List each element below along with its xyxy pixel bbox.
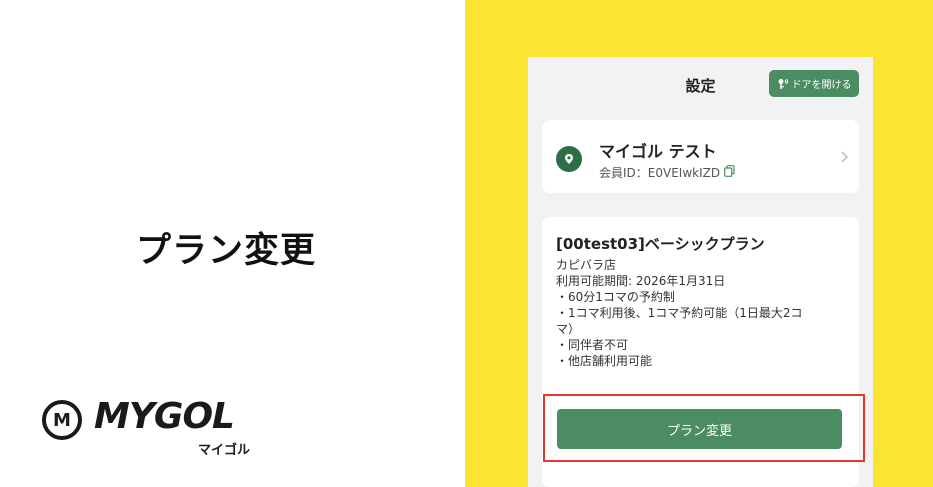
plan-title: [00test03]ベーシックプラン [556, 235, 765, 253]
plan-detail-line: ・1コマ利用後、1コマ予約可能（1日最大2コ [556, 306, 803, 320]
app-header: 設定 ドアを開ける [528, 57, 873, 113]
plan-detail-line: マ） [556, 322, 581, 336]
slide-title: プラン変更 [136, 231, 317, 271]
key-icon [777, 78, 789, 90]
plan-detail-line: ・他店舗利用可能 [556, 354, 653, 368]
plan-detail-line: ・同伴者不可 [556, 338, 629, 352]
plan-detail-line: ・60分1コマの予約制 [556, 290, 675, 304]
copy-icon[interactable] [724, 165, 735, 180]
mygol-logo: M MYGOL マイゴル [42, 394, 262, 464]
plan-detail-line: 利用可能期間: 2026年1月31日 [556, 274, 726, 288]
chevron-right-icon [841, 151, 849, 163]
open-door-label: ドアを開ける [791, 80, 852, 91]
logo-text: MYGOL [94, 396, 235, 437]
logo-mark: M [42, 400, 82, 440]
plan-detail-line: カピバラ店 [556, 258, 617, 272]
profile-card[interactable]: マイゴル テスト 会員ID：E0VEIwkIZD [542, 120, 859, 193]
location-pin-icon [565, 154, 573, 164]
app-screen: 設定 ドアを開ける マイゴル テスト 会員ID：E0VEIwkIZD [00te… [528, 57, 873, 487]
member-id-text: 会員ID：E0VEIwkIZD [599, 166, 721, 180]
avatar [556, 146, 582, 172]
member-id-row: 会員ID：E0VEIwkIZD [599, 164, 735, 181]
plan-change-button[interactable]: プラン変更 [557, 409, 842, 449]
open-door-button[interactable]: ドアを開ける [769, 70, 859, 97]
profile-name: マイゴル テスト [599, 142, 717, 161]
plan-details: カピバラ店 利用可能期間: 2026年1月31日 ・60分1コマの予約制 ・1コ… [556, 257, 846, 369]
logo-kana: マイゴル [198, 443, 251, 458]
